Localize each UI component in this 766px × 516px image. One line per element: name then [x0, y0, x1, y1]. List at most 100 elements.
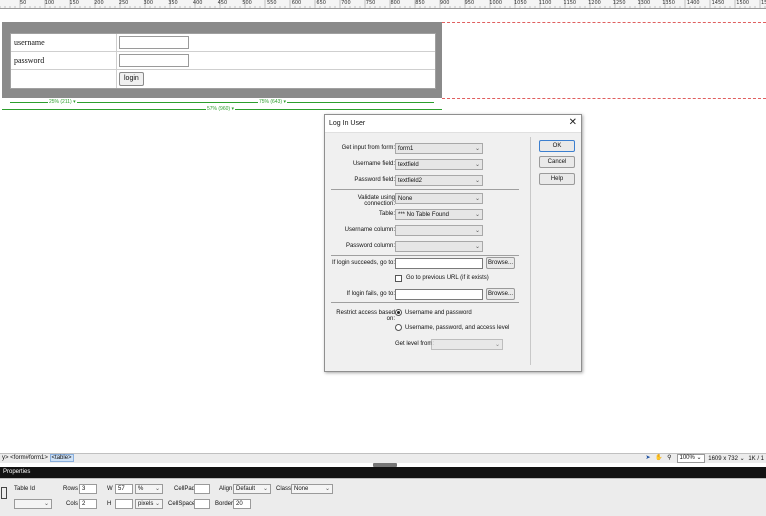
validate-connection-label: Validate using connection:	[357, 195, 395, 207]
align-select[interactable]: Default ⌄	[233, 484, 271, 494]
dreamweaver-window: 50 100 150 200 250 300 350 400 450 500 550 600 650 70…	[0, 0, 766, 516]
ruler-label: 1000	[489, 0, 503, 6]
get-input-label: Get input from form:	[341, 145, 395, 151]
table-cell[interactable]	[117, 52, 435, 70]
align-value: Default	[236, 486, 256, 492]
window-size[interactable]: 1609 x 732 ⌄	[708, 455, 744, 462]
chevron-down-icon: ⌄	[154, 501, 160, 507]
table-row[interactable]: login	[11, 70, 435, 88]
tag-selected-table[interactable]: <table>	[49, 454, 74, 462]
dialog-titlebar[interactable]: Log In User ✕	[325, 115, 581, 133]
chevron-down-icon: ⌄	[474, 146, 480, 152]
password-textfield[interactable]	[119, 54, 189, 67]
ruler-label: 800	[390, 0, 401, 6]
properties-panel: Table Id ⌄ Rows 3 Cols 2 W 57 % ⌄ H pixel…	[0, 478, 766, 516]
cols-input[interactable]: 2	[79, 499, 97, 509]
connection-select[interactable]: None ⌄	[395, 193, 483, 204]
class-select[interactable]: None ⌄	[291, 484, 333, 494]
login-form-table[interactable]: username password login	[10, 33, 436, 89]
browse-fails-button[interactable]: Browse...	[486, 288, 515, 300]
file-size: 1K / 1	[748, 455, 764, 462]
table-cell[interactable]: login	[117, 70, 435, 88]
cellpad-label: CellPad	[174, 486, 196, 492]
password-field-label: Password field:	[354, 177, 395, 183]
ruler-label: 650	[316, 0, 326, 6]
border-input[interactable]: 20	[233, 499, 251, 509]
zoom-select[interactable]: 100% ⌄	[676, 454, 705, 463]
username-column-select[interactable]: ⌄	[395, 225, 483, 236]
table-select-value: *** No Table Found	[398, 212, 449, 218]
username-column-label: Username column:	[344, 227, 395, 233]
close-icon[interactable]: ✕	[569, 117, 577, 128]
guide-right-label[interactable]: 75% (643) ▾	[258, 99, 287, 105]
height-input[interactable]	[115, 499, 133, 509]
width-input[interactable]: 57	[115, 484, 133, 494]
table-id-select[interactable]: ⌄	[14, 499, 52, 509]
chevron-down-icon: ⌄	[324, 486, 330, 492]
align-label: Align	[219, 486, 233, 492]
password-column-select[interactable]: ⌄	[395, 241, 483, 252]
username-field-value: textfield	[398, 162, 419, 168]
login-succeeds-input[interactable]	[395, 258, 483, 269]
guide-total-label[interactable]: 57% (960) ▾	[206, 106, 235, 112]
ruler-label: 250	[118, 0, 129, 6]
password-column-label: Password column:	[345, 243, 395, 249]
form-select[interactable]: form1 ⌄	[395, 143, 483, 154]
table-row[interactable]: username	[11, 34, 435, 52]
ok-button[interactable]: OK	[539, 140, 575, 152]
login-fails-input[interactable]	[395, 289, 483, 300]
guide-left-label[interactable]: 25% (211) ▾	[48, 99, 77, 105]
ruler-label: 1300	[637, 0, 651, 6]
height-unit-select[interactable]: pixels ⌄	[135, 499, 163, 509]
cancel-button[interactable]: Cancel	[539, 156, 575, 168]
page-boundary-top	[442, 22, 766, 23]
username-textfield[interactable]	[119, 36, 189, 49]
properties-title: Properties	[3, 469, 31, 475]
level-select[interactable]: ⌄	[431, 339, 503, 350]
previous-url-checkbox[interactable]	[395, 275, 402, 282]
zoom-icon[interactable]: ⚲	[666, 455, 673, 462]
cellpad-input[interactable]	[194, 484, 210, 494]
help-button[interactable]: Help	[539, 173, 575, 185]
pointer-icon[interactable]: ➤	[644, 455, 651, 462]
ruler-label: 100	[44, 0, 55, 6]
table-cell[interactable]	[11, 70, 117, 88]
ruler-label: 600	[291, 0, 302, 6]
separator	[331, 189, 519, 190]
login-fails-label: If login fails, go to:	[346, 291, 395, 297]
login-button[interactable]: login	[119, 72, 144, 86]
rows-input[interactable]: 3	[79, 484, 97, 494]
window-size-value: 1609 x 732	[708, 456, 738, 462]
width-unit-value: %	[138, 486, 144, 492]
ruler-label: 900	[439, 0, 450, 6]
page-boundary-bottom	[442, 98, 766, 99]
tag-path-prefix[interactable]: y> <form#form1>	[2, 455, 48, 461]
horizontal-ruler: 50 100 150 200 250 300 350 400 450 500 550 600 650 70…	[0, 0, 766, 9]
password-field-select[interactable]: textfield2 ⌄	[395, 175, 483, 186]
radio-username-password-level[interactable]	[395, 324, 402, 331]
radio-username-password-level-label: Username, password, and access level	[405, 325, 510, 331]
table-label: Table:	[378, 211, 395, 217]
ruler-label: 1100	[538, 0, 552, 6]
username-field-select[interactable]: textfield ⌄	[395, 159, 483, 170]
chevron-down-icon: ⌄	[474, 228, 480, 234]
chevron-down-icon: ⌄	[474, 196, 480, 202]
ruler-label: 1250	[612, 0, 626, 6]
class-label: Class	[276, 486, 292, 492]
restrict-access-label: Restrict access based on:	[336, 310, 395, 322]
cellspace-input[interactable]	[194, 499, 210, 509]
radio-username-password[interactable]	[395, 309, 402, 316]
password-label: password	[11, 52, 117, 70]
properties-panel-header[interactable]: Properties	[0, 467, 766, 478]
table-row[interactable]: password	[11, 52, 435, 70]
table-cell[interactable]	[117, 34, 435, 52]
width-unit-select[interactable]: % ⌄	[135, 484, 163, 494]
form-table-border[interactable]: username password login	[2, 22, 442, 98]
tag-selector: y> <form#form1> <table>	[2, 454, 74, 462]
ruler-label: 1550	[761, 0, 766, 6]
table-select[interactable]: *** No Table Found ⌄	[395, 209, 483, 220]
ruler-label: 1500	[736, 0, 750, 6]
hand-icon[interactable]: ✋	[655, 455, 662, 462]
status-tools: ➤ ✋ ⚲ 100% ⌄ 1609 x 732 ⌄ 1K / 1	[644, 454, 764, 463]
browse-succeeds-button[interactable]: Browse...	[486, 257, 515, 269]
